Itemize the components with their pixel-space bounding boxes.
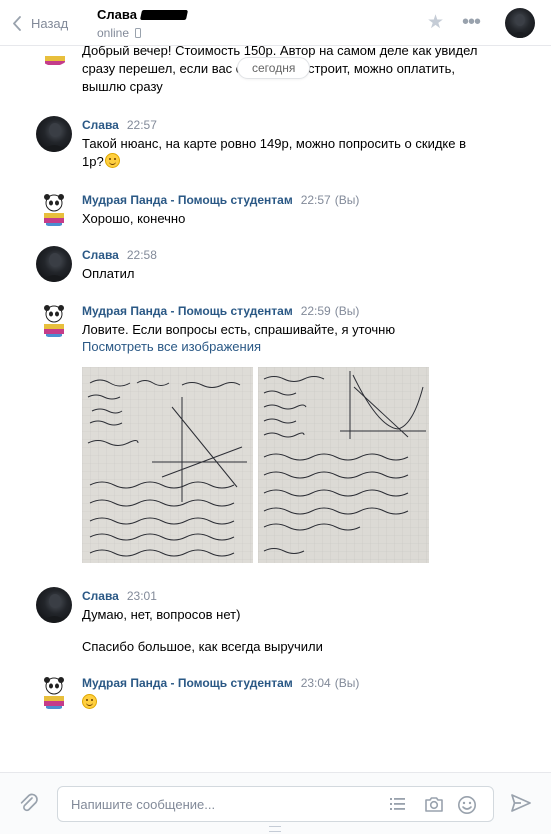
templates-icon[interactable]	[389, 795, 407, 816]
avatar[interactable]	[36, 246, 72, 282]
photo-attachments	[82, 367, 432, 563]
message-author[interactable]: Мудрая Панда - Помощь студентам	[82, 676, 293, 690]
you-label: (Вы)	[334, 193, 360, 207]
more-icon[interactable]: •••	[462, 12, 481, 32]
resize-handle[interactable]	[269, 826, 281, 832]
message-author[interactable]: Слава	[82, 248, 119, 262]
photo-attachment[interactable]	[82, 367, 253, 563]
message-composer: Напишите сообщение...	[0, 772, 551, 834]
photo-attachment[interactable]	[258, 367, 429, 563]
message-time[interactable]: 22:57	[301, 193, 331, 207]
message-text: Оплатил	[82, 266, 135, 281]
message-history[interactable]: Добрый вечер! Стоимость 150р. Автор на с…	[0, 46, 551, 772]
peer-status: online	[97, 26, 130, 40]
message-text: Такой нюанс, на карте ровно 149р, можно …	[82, 135, 482, 171]
attach-icon[interactable]	[18, 793, 40, 818]
avatar[interactable]	[36, 191, 72, 227]
message-text: Ловите. Если вопросы есть, спрашивайте, …	[82, 322, 396, 337]
send-icon[interactable]	[511, 794, 531, 815]
message-text: Думаю, нет, вопросов нет)	[82, 607, 241, 622]
back-label[interactable]: Назад	[31, 16, 68, 31]
avatar[interactable]	[36, 116, 72, 152]
mobile-icon	[135, 28, 142, 38]
smile-emoji-icon	[82, 694, 97, 709]
peer-name[interactable]: Слава	[97, 7, 137, 22]
peer-info[interactable]: Слава online	[97, 7, 189, 40]
message-text: Хорошо, конечно	[82, 211, 186, 226]
message-input-placeholder: Напишите сообщение...	[71, 797, 216, 812]
message-author[interactable]: Слава	[82, 589, 119, 603]
message-time[interactable]: 22:58	[127, 248, 157, 262]
sweat-smile-emoji-icon	[104, 153, 120, 168]
message-author[interactable]: Мудрая Панда - Помощь студентам	[82, 304, 293, 318]
avatar[interactable]	[36, 587, 72, 623]
message-input[interactable]: Напишите сообщение...	[57, 786, 494, 822]
you-label: (Вы)	[334, 676, 360, 690]
chevron-left-icon	[13, 15, 21, 31]
message-time[interactable]: 23:04	[301, 676, 331, 690]
message-time[interactable]: 22:59	[301, 304, 331, 318]
message-text-content: Такой нюанс, на карте ровно 149р, можно …	[82, 136, 467, 169]
view-all-images-link[interactable]: Посмотреть все изображения	[82, 339, 261, 354]
avatar	[36, 46, 72, 66]
message-author[interactable]: Мудрая Панда - Помощь студентам	[82, 193, 293, 207]
redacted-surname	[139, 9, 189, 20]
header-avatar[interactable]	[505, 8, 535, 38]
emoji-picker-icon[interactable]	[457, 795, 477, 818]
message-author[interactable]: Слава	[82, 118, 119, 132]
message-text: Спасибо большое, как всегда выручили	[82, 639, 323, 654]
date-separator: сегодня	[237, 57, 311, 79]
message-time[interactable]: 23:01	[127, 589, 157, 603]
chat-header: Назад Слава online ★ •••	[0, 0, 551, 46]
camera-icon[interactable]	[424, 795, 444, 816]
message-text	[82, 694, 482, 712]
avatar[interactable]	[36, 302, 72, 338]
back-button[interactable]: Назад	[12, 12, 68, 34]
message-time[interactable]: 22:57	[127, 118, 157, 132]
you-label: (Вы)	[334, 304, 360, 318]
star-icon[interactable]: ★	[427, 13, 444, 32]
avatar[interactable]	[36, 674, 72, 710]
